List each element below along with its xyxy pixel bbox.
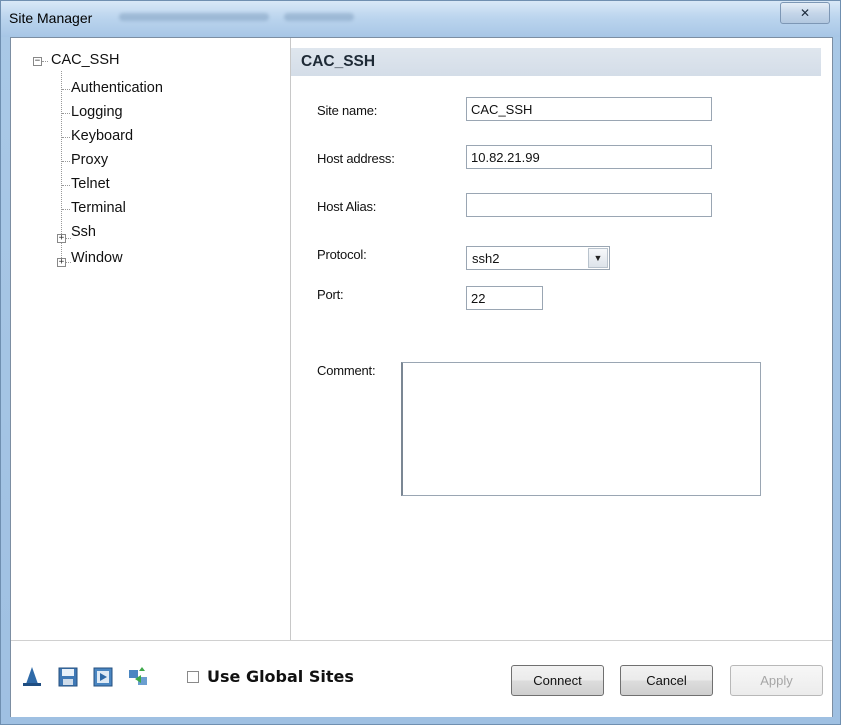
settings-tree: − CAC_SSH Authentication Logging Keyboar… [11,38,290,640]
title-bar[interactable]: Site Manager ✕ [1,1,840,37]
comment-label: Comment: [317,363,376,378]
port-field[interactable] [466,286,543,310]
tree-item-telnet[interactable]: Telnet [71,176,110,192]
transfer-icon[interactable] [127,666,149,688]
close-button[interactable]: ✕ [780,2,830,24]
site-name-field[interactable] [466,97,712,121]
use-global-sites-checkbox[interactable] [187,671,199,683]
panel-title: CAC_SSH [301,53,376,70]
host-alias-label: Host Alias: [317,199,377,214]
tree-item-ssh[interactable]: Ssh [71,224,96,240]
tree-connector [62,137,70,138]
host-address-label: Host address: [317,151,395,166]
expand-icon[interactable]: + [57,258,66,267]
protocol-label: Protocol: [317,247,367,262]
tree-item-root[interactable]: CAC_SSH [51,52,120,68]
tree-item-proxy[interactable]: Proxy [71,152,108,168]
cancel-button[interactable]: Cancel [620,665,713,696]
tree-item-authentication[interactable]: Authentication [71,80,163,96]
bottom-toolbar: Use Global Sites Connect Cancel Apply [11,640,832,717]
site-manager-window: Site Manager ✕ − CAC_SSH Authentication … [0,0,841,725]
tree-connector [62,161,70,162]
tree-item-terminal[interactable]: Terminal [71,200,126,216]
host-alias-field[interactable] [466,193,712,217]
port-label: Port: [317,287,344,302]
protocol-select[interactable]: ssh2 ▼ [466,246,610,270]
chevron-down-icon[interactable]: ▼ [588,248,608,268]
window-title: Site Manager [9,10,93,26]
tree-item-window[interactable]: Window [71,250,123,266]
wizard-hat-icon[interactable] [21,666,43,688]
tree-connector [62,185,70,186]
tree-item-keyboard[interactable]: Keyboard [71,128,133,144]
save-icon[interactable] [57,666,79,688]
import-icon[interactable] [92,666,114,688]
title-blurred-text [119,13,269,21]
host-address-field[interactable] [466,145,712,169]
use-global-sites-label[interactable]: Use Global Sites [207,667,354,686]
site-name-label: Site name: [317,103,378,118]
apply-button[interactable]: Apply [730,665,823,696]
site-properties-panel: CAC_SSH Site name: Host address: Host Al… [291,38,832,640]
tree-connector [62,89,70,90]
title-blurred-text [284,13,354,21]
expand-icon[interactable]: + [57,234,66,243]
panel-header: CAC_SSH [291,48,821,76]
close-icon: ✕ [799,6,811,20]
comment-textarea[interactable] [401,362,761,496]
protocol-value: ssh2 [472,251,500,266]
connect-button[interactable]: Connect [511,665,604,696]
tree-item-logging[interactable]: Logging [71,104,123,120]
tree-connector [62,113,70,114]
tree-connector [62,209,70,210]
dialog-body: − CAC_SSH Authentication Logging Keyboar… [10,37,833,717]
tree-connector [42,61,48,62]
collapse-icon[interactable]: − [33,57,42,66]
